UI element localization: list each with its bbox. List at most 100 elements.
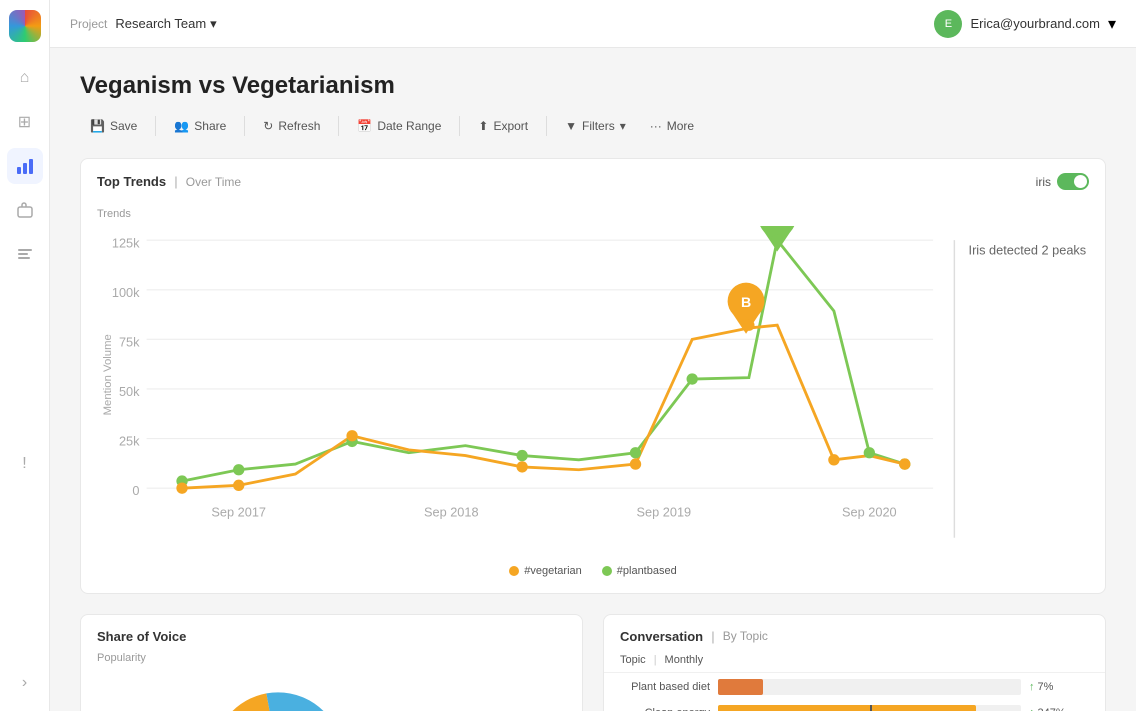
sov-subtitle: Popularity (81, 652, 582, 664)
legend-plantbased-dot (602, 566, 612, 576)
bar-marker-clean (870, 705, 872, 711)
sidebar-item-alert[interactable]: ! (7, 446, 43, 482)
iris-toggle[interactable] (1057, 173, 1089, 190)
bar-fill-plant (718, 679, 763, 695)
legend-plantbased: #plantbased (602, 565, 677, 577)
separator-4 (459, 116, 460, 136)
conv-title: Conversation (620, 629, 703, 644)
filters-chevron-icon: ▾ (620, 119, 626, 133)
user-chevron-icon: ▾ (1108, 14, 1116, 34)
trends-subtitle: Over Time (186, 175, 241, 189)
project-chevron-icon: ▾ (210, 16, 217, 32)
project-name: Research Team (115, 16, 206, 31)
svg-text:A: A (772, 226, 782, 229)
filters-button[interactable]: ▼ Filters ▾ (555, 114, 636, 138)
bar-label-clean: Clean energy (620, 707, 710, 711)
filter-icon: ▼ (565, 119, 577, 133)
share-button[interactable]: 👥 Share (164, 114, 236, 138)
sov-title-row: Share of Voice (97, 629, 186, 644)
svg-text:125k: 125k (112, 235, 140, 250)
svg-text:Sep 2017: Sep 2017 (211, 505, 266, 520)
bar-row-clean: Clean energy ↑ 347% (620, 705, 1089, 711)
bar-row-plant: Plant based diet ↑ 7% (620, 679, 1089, 695)
chart-legend: #vegetarian #plantbased (97, 565, 1089, 577)
donut-wrapper: 28% 37% Eco Range Budget Range (81, 670, 582, 711)
sov-header: Share of Voice (81, 615, 582, 652)
save-icon: 💾 (90, 119, 105, 133)
iris-badge: iris (1036, 173, 1089, 190)
share-icon: 👥 (174, 119, 189, 133)
monthly-filter-label: Monthly (665, 654, 704, 666)
svg-text:B: B (741, 295, 751, 311)
project-selector[interactable]: Research Team ▾ (115, 16, 216, 32)
trends-line-chart: 125k 100k 75k 50k 25k 0 Mention Volume (97, 226, 1089, 552)
svg-text:0: 0 (132, 483, 139, 498)
legend-plantbased-label: #plantbased (617, 565, 677, 577)
bar-fill-clean (718, 705, 976, 711)
conv-header: Conversation | By Topic (604, 615, 1105, 648)
legend-vegetarian: #vegetarian (509, 565, 582, 577)
project-label: Project (70, 17, 107, 31)
topic-filter-label: Topic (620, 654, 646, 666)
bar-pct-plant: ↑ 7% (1029, 681, 1089, 693)
donut-chart: 28% 37% (203, 682, 353, 711)
sidebar-item-home[interactable]: ⌂ (7, 60, 43, 96)
svg-text:75k: 75k (119, 334, 140, 349)
user-avatar: E (934, 10, 962, 38)
page-content: Veganism vs Vegetarianism 💾 Save 👥 Share… (50, 48, 1136, 711)
refresh-icon: ↻ (263, 119, 273, 133)
svg-text:Iris detected 2 peaks: Iris detected 2 peaks (969, 242, 1087, 257)
trends-card: Top Trends | Over Time iris Trends 125k … (80, 158, 1106, 594)
svg-text:100k: 100k (112, 285, 140, 300)
bar-chart-area: Plant based diet ↑ 7% Clean energy (604, 673, 1105, 711)
refresh-button[interactable]: ↻ Refresh (253, 114, 330, 138)
topnav: Project Research Team ▾ E Erica@yourbran… (50, 0, 1136, 48)
app-logo[interactable] (9, 10, 41, 42)
conversation-card: Conversation | By Topic Topic | Monthly … (603, 614, 1106, 711)
iris-label: iris (1036, 175, 1051, 189)
trends-title-row: Top Trends | Over Time (97, 174, 241, 189)
separator-1 (155, 116, 156, 136)
sidebar-item-briefcase[interactable] (7, 192, 43, 228)
bar-pct-clean: ↑ 347% (1029, 707, 1089, 711)
bar-track-clean (718, 705, 1021, 711)
bar-label-plant: Plant based diet (620, 681, 710, 693)
conv-subtitle: By Topic (723, 629, 768, 643)
separator-3 (338, 116, 339, 136)
sov-title: Share of Voice (97, 629, 186, 644)
more-icon: ··· (650, 119, 662, 133)
sidebar-item-chart[interactable] (7, 148, 43, 184)
user-area[interactable]: E Erica@yourbrand.com ▾ (934, 10, 1116, 38)
user-initials: E (945, 18, 952, 30)
legend-vegetarian-label: #vegetarian (524, 565, 582, 577)
topic-sep: | (654, 654, 657, 666)
calendar-icon: 📅 (357, 119, 372, 133)
separator-5 (546, 116, 547, 136)
user-email: Erica@yourbrand.com (970, 16, 1100, 31)
export-button[interactable]: ⬆ Export (468, 114, 538, 138)
trends-chart-container: Trends 125k 100k 75k 50k 25k 0 Mention V… (81, 198, 1105, 593)
topic-filter: Topic | Monthly (604, 648, 1105, 673)
bottom-grid: Share of Voice Popularity (80, 614, 1106, 711)
arrow-up-icon: ↑ (1029, 707, 1035, 711)
date-range-button[interactable]: 📅 Date Range (347, 114, 451, 138)
bar-track-plant (718, 679, 1021, 695)
trends-title: Top Trends (97, 174, 166, 189)
sidebar-collapse-toggle[interactable]: › (7, 665, 43, 701)
legend-vegetarian-dot (509, 566, 519, 576)
export-icon: ⬆ (478, 119, 488, 133)
trends-chart-label: Trends (97, 208, 1089, 220)
sidebar-item-grid[interactable]: ⊞ (7, 104, 43, 140)
svg-text:Sep 2018: Sep 2018 (424, 505, 479, 520)
main-wrapper: Project Research Team ▾ E Erica@yourbran… (50, 0, 1136, 711)
sidebar-item-bar[interactable] (7, 236, 43, 272)
more-button[interactable]: ··· More (640, 114, 704, 138)
save-button[interactable]: 💾 Save (80, 114, 147, 138)
svg-text:Mention Volume: Mention Volume (102, 334, 114, 415)
svg-text:Sep 2019: Sep 2019 (637, 505, 692, 520)
arrow-up-icon: ↑ (1029, 681, 1035, 693)
svg-text:Sep 2020: Sep 2020 (842, 505, 897, 520)
trends-card-header: Top Trends | Over Time iris (81, 159, 1105, 198)
svg-text:25k: 25k (119, 434, 140, 449)
page-title: Veganism vs Vegetarianism (80, 72, 1106, 100)
